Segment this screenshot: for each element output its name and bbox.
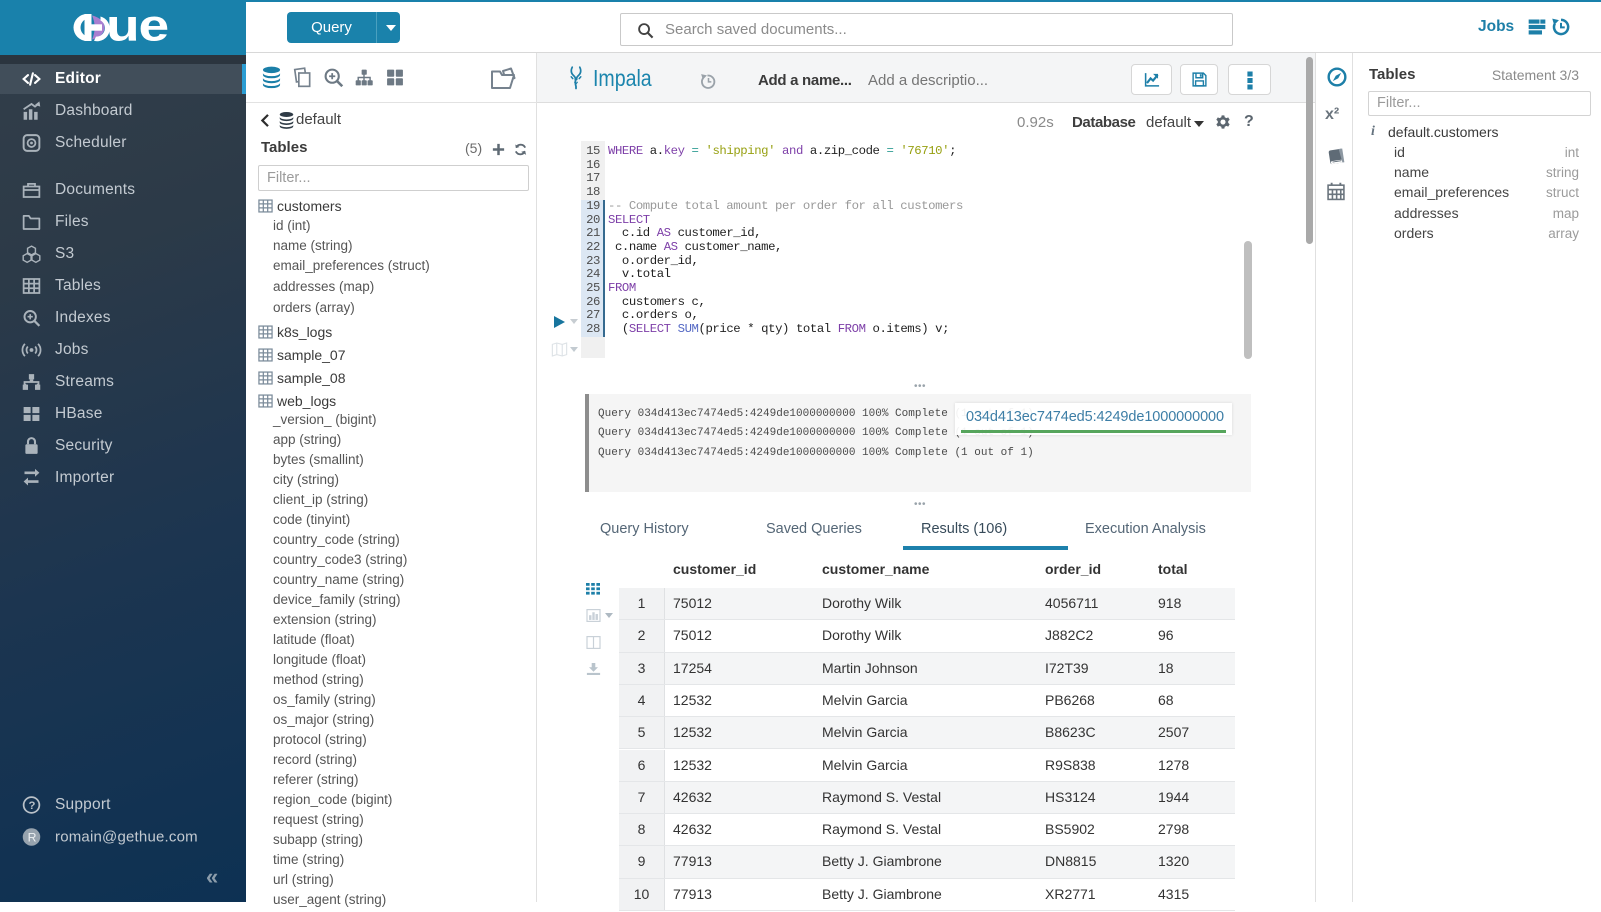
svg-text:?: ?	[28, 800, 35, 812]
svg-text:ue: ue	[106, 1, 168, 51]
svg-text:R: R	[28, 830, 37, 844]
